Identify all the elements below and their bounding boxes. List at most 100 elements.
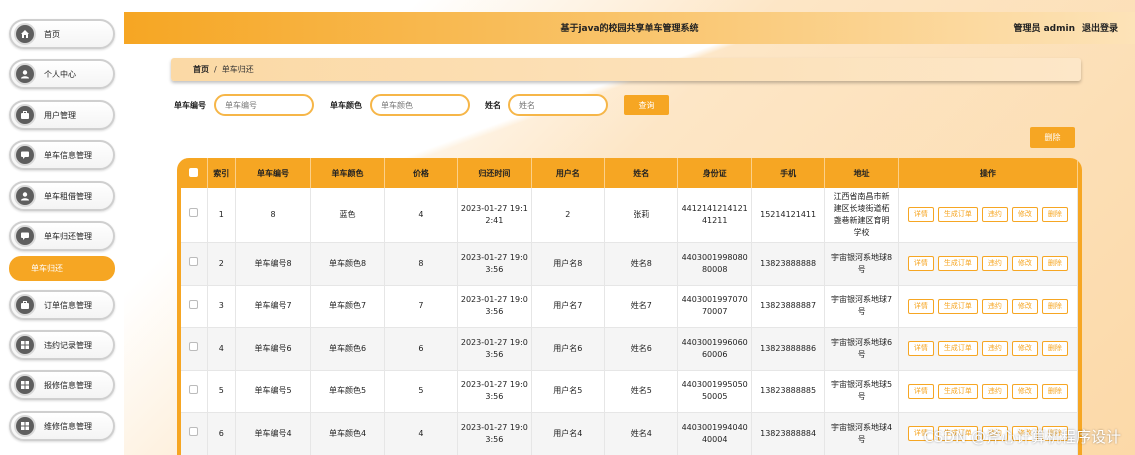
table-row: 5 单车编号5 单车颜色5 5 2023-01-27 19:03:56 用户名5 姓名5 44…	[181, 370, 1079, 413]
cell-phone: 13823888888	[751, 242, 826, 286]
generate-order-button[interactable]: 生成订单	[937, 207, 978, 223]
breadcrumb-current: 单车归还	[221, 65, 254, 74]
cell-return-time: 2023-01-27 19:03:56	[457, 242, 532, 286]
grid-icon	[14, 374, 36, 396]
edit-button[interactable]: 修改	[1011, 341, 1038, 356]
table-row: 4 单车编号6 单车颜色6 6 2023-01-27 19:03:56 用户名6 姓名6 44…	[181, 327, 1079, 371]
breadcrumb: 首页 / 单车归还	[171, 58, 1081, 81]
sidebar-item-orders[interactable]: 订单信息管理	[9, 290, 115, 320]
cell-bike-no: 单车编号6	[235, 327, 312, 371]
logout-link[interactable]: 退出登录	[1082, 21, 1118, 34]
sidebar-item-repair-reports[interactable]: 报修信息管理	[9, 370, 115, 400]
col-actions: 操作	[898, 158, 1079, 188]
main-area: 基于java的校园共享单车管理系统 管理员 admin 退出登录 首页 / 单车…	[124, 0, 1135, 455]
cell-username: 用户名7	[531, 285, 606, 328]
generate-order-button[interactable]: 生成订单	[937, 383, 978, 399]
row-checkbox[interactable]	[181, 285, 208, 328]
bike-no-input[interactable]	[214, 94, 314, 116]
select-all-checkbox[interactable]	[181, 158, 208, 188]
grid-icon	[14, 415, 36, 437]
row-checkbox[interactable]	[181, 188, 208, 243]
delete-button[interactable]: 删除	[1041, 298, 1068, 314]
sidebar-item-bike-rent[interactable]: 单车租借管理	[9, 181, 115, 211]
edit-button[interactable]: 修改	[1011, 256, 1038, 271]
cell-bike-color: 蓝色	[310, 188, 385, 243]
col-index: 索引	[207, 158, 236, 188]
sidebar-item-label: 用户管理	[44, 110, 76, 120]
cell-phone: 13823888884	[751, 412, 826, 455]
sidebar-item-label: 单车租借管理	[44, 191, 92, 201]
briefcase-icon	[14, 104, 36, 126]
edit-button[interactable]: 修改	[1011, 383, 1038, 399]
row-actions: 详情 生成订单 违约 修改 删除	[898, 285, 1079, 328]
col-phone: 手机	[751, 158, 826, 188]
row-checkbox[interactable]	[181, 412, 208, 455]
col-id-card: 身份证	[677, 158, 752, 188]
name-input[interactable]	[508, 94, 608, 116]
detail-button[interactable]: 详情	[907, 341, 934, 356]
sidebar: 首页 个人中心 用户管理 单车信息管理 单车租借管理 单车归还管理 单车归还 订…	[0, 0, 124, 455]
generate-order-button[interactable]: 生成订单	[937, 298, 978, 314]
row-checkbox[interactable]	[181, 242, 208, 286]
col-bike-no: 单车编号	[235, 158, 312, 188]
sidebar-item-label: 维修信息管理	[44, 421, 92, 431]
cell-id-card: 440300199404040004	[677, 412, 752, 455]
cell-index: 1	[207, 188, 236, 243]
sidebar-item-profile[interactable]: 个人中心	[9, 59, 115, 89]
violation-button[interactable]: 违约	[981, 256, 1008, 271]
sidebar-subitem-bike-return[interactable]: 单车归还	[9, 256, 115, 281]
sidebar-item-bike-return[interactable]: 单车归还管理	[9, 221, 115, 251]
cell-bike-no: 单车编号8	[235, 242, 312, 286]
sidebar-item-label: 单车归还管理	[44, 231, 92, 241]
table-row: 1 8 蓝色 4 2023-01-27 19:12:41 2 张莉 4412141214121…	[181, 188, 1079, 243]
violation-button[interactable]: 违约	[981, 298, 1008, 314]
sidebar-item-label: 首页	[44, 29, 60, 39]
home-icon	[14, 23, 36, 45]
edit-button[interactable]: 修改	[1011, 207, 1038, 223]
query-button[interactable]: 查询	[624, 95, 669, 115]
detail-button[interactable]: 详情	[907, 383, 934, 399]
row-checkbox[interactable]	[181, 370, 208, 413]
cell-bike-no: 8	[235, 188, 312, 243]
row-checkbox[interactable]	[181, 327, 208, 371]
delete-button[interactable]: 删除	[1041, 383, 1068, 399]
violation-button[interactable]: 违约	[981, 207, 1008, 223]
col-address: 地址	[824, 158, 899, 188]
cell-return-time: 2023-01-27 19:03:56	[457, 412, 532, 455]
violation-button[interactable]: 违约	[981, 383, 1008, 399]
cell-name: 姓名4	[604, 412, 679, 455]
delete-button[interactable]: 删除	[1041, 207, 1068, 223]
col-username: 用户名	[531, 158, 606, 188]
detail-button[interactable]: 详情	[907, 256, 934, 271]
sidebar-item-violations[interactable]: 违约记录管理	[9, 330, 115, 360]
sidebar-item-home[interactable]: 首页	[9, 19, 115, 49]
cell-name: 姓名7	[604, 285, 679, 328]
cell-bike-color: 单车颜色4	[310, 412, 385, 455]
sidebar-item-maintenance[interactable]: 维修信息管理	[9, 411, 115, 441]
cell-id-card: 440300199808080008	[677, 242, 752, 286]
user-icon	[14, 63, 36, 85]
generate-order-button[interactable]: 生成订单	[937, 341, 978, 356]
delete-button[interactable]: 删除	[1041, 341, 1068, 356]
cell-address: 宇宙银河系地球8号	[824, 242, 899, 286]
watermark: CSDN @斧心计算机程序设计	[923, 428, 1121, 446]
sidebar-item-bike-info[interactable]: 单车信息管理	[9, 140, 115, 170]
col-price: 价格	[384, 158, 459, 188]
violation-button[interactable]: 违约	[981, 341, 1008, 356]
cell-address: 宇宙银河系地球7号	[824, 285, 899, 328]
generate-order-button[interactable]: 生成订单	[937, 256, 978, 271]
cell-address: 宇宙银河系地球4号	[824, 412, 899, 455]
bike-color-input[interactable]	[370, 94, 470, 116]
delete-button[interactable]: 删除	[1041, 256, 1068, 271]
sidebar-item-users[interactable]: 用户管理	[9, 100, 115, 130]
cell-index: 3	[207, 285, 236, 328]
cell-username: 用户名6	[531, 327, 606, 371]
detail-button[interactable]: 详情	[907, 207, 934, 223]
chat-icon	[14, 144, 36, 166]
cell-return-time: 2023-01-27 19:03:56	[457, 370, 532, 413]
detail-button[interactable]: 详情	[907, 298, 934, 314]
batch-delete-button[interactable]: 删除	[1030, 127, 1075, 148]
breadcrumb-home[interactable]: 首页	[193, 64, 209, 75]
sidebar-item-label: 个人中心	[44, 69, 76, 79]
edit-button[interactable]: 修改	[1011, 298, 1038, 314]
